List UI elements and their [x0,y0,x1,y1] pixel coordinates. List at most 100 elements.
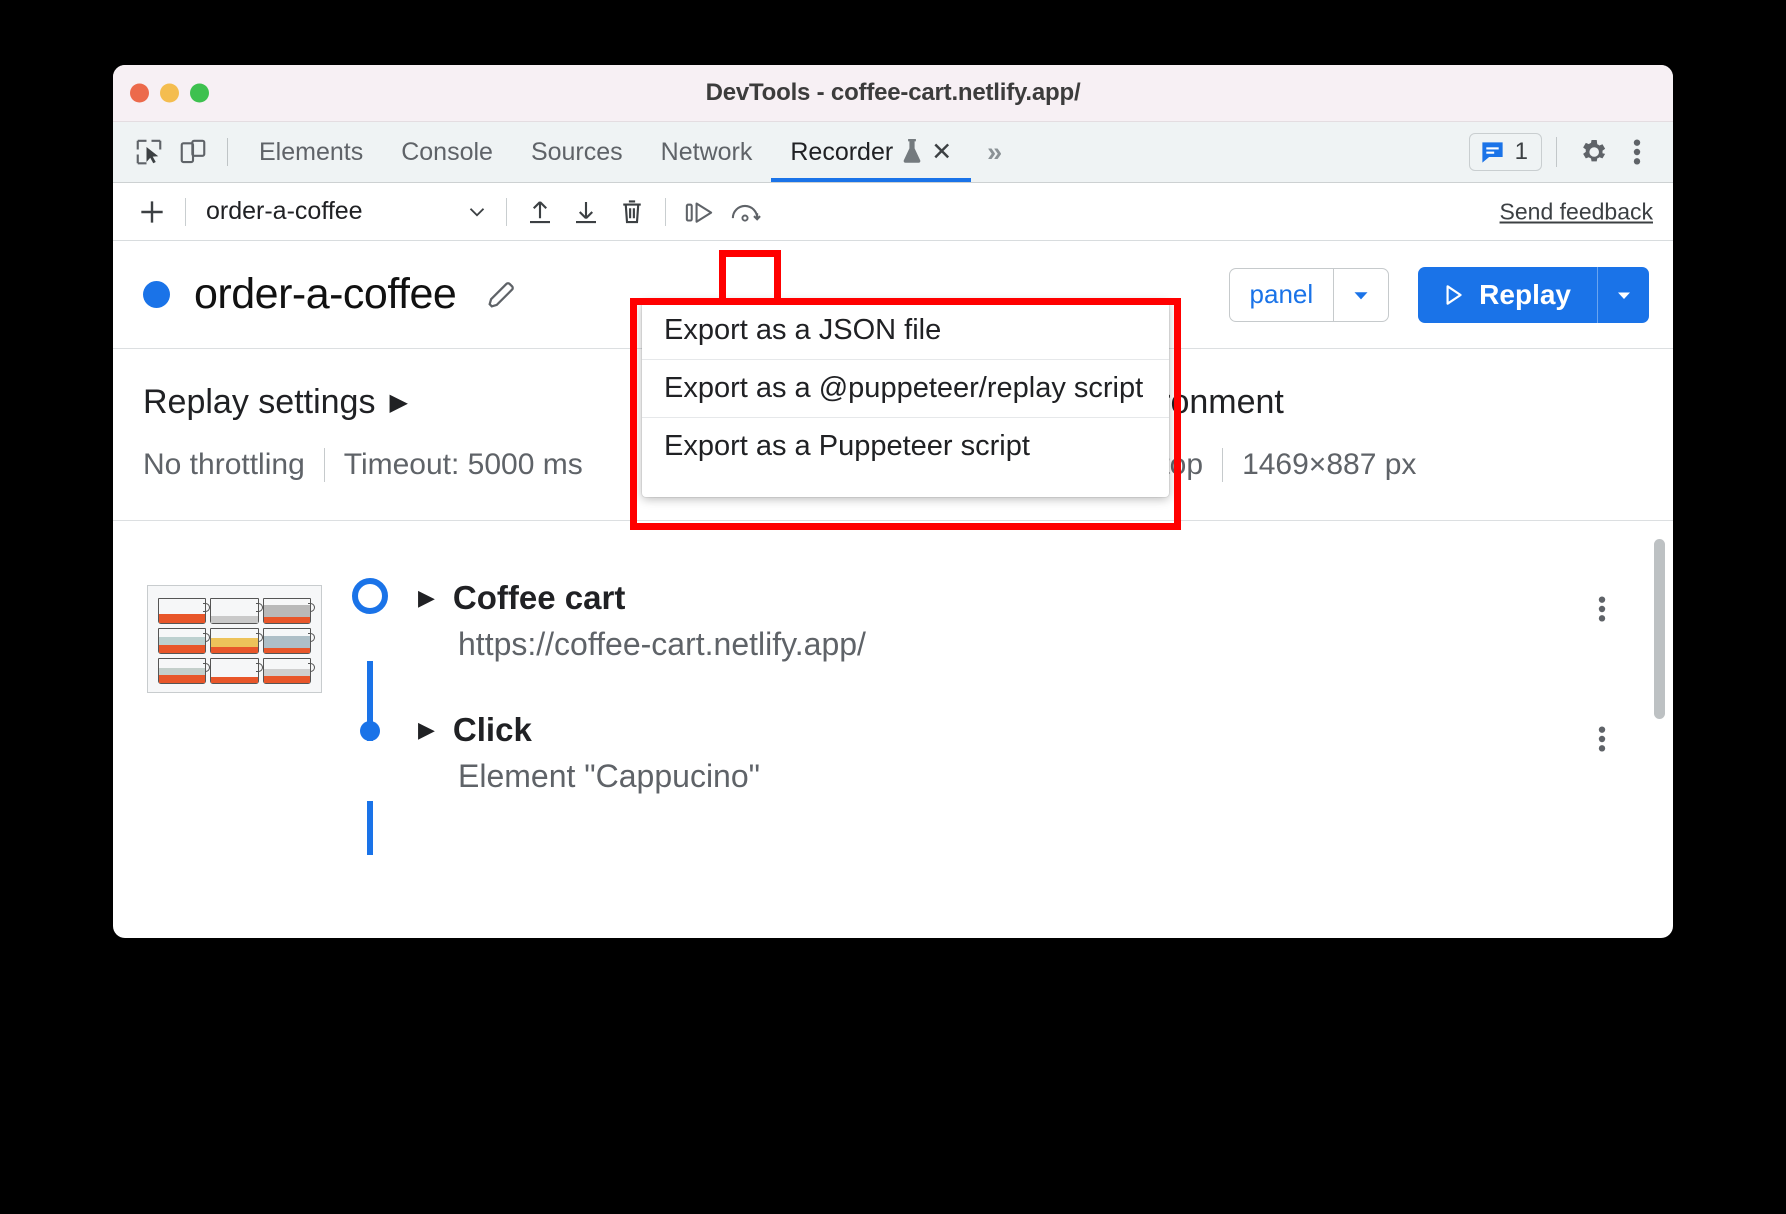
tabbar-right-divider [1556,137,1557,167]
message-count: 1 [1514,138,1528,165]
console-messages-badge[interactable]: 1 [1468,133,1542,171]
throttling-value: No throttling [143,448,305,481]
summary-divider [323,448,325,482]
show-code-dropdown-button[interactable] [1333,267,1390,322]
replay-button[interactable]: Replay [1418,266,1597,323]
step-expand-caret[interactable]: ▶ [418,585,435,611]
step-subtitle: Element "Cappucino" [458,758,760,794]
tab-elements[interactable]: Elements [240,122,382,182]
experiment-flask-icon [901,139,923,165]
recording-title: order-a-coffee [194,270,457,318]
step-content: ▶ Coffee cart https://coffee-cart.netlif… [418,521,1673,663]
coffee-cup-grid [158,598,315,684]
tab-console-label: Console [401,137,493,166]
step-more-vertical-icon[interactable] [1597,593,1607,625]
show-code-button[interactable]: panel [1228,267,1334,322]
step-title: Click [452,711,532,748]
window-title: DevTools - coffee-cart.netlify.app/ [705,79,1081,106]
step-screenshot-thumbnail [147,585,322,693]
tab-sources-label: Sources [530,137,623,166]
step-subtitle: https://coffee-cart.netlify.app/ [458,626,866,662]
tab-elements-label: Elements [259,137,364,166]
timeline-step-dot [360,721,380,741]
steps-list[interactable]: ▶ Coffee cart https://coffee-cart.netlif… [113,521,1673,855]
devtools-window: DevTools - coffee-cart.netlify.app/ Elem… [113,65,1673,938]
cup [158,598,211,624]
recording-selector[interactable]: order-a-coffee [196,191,496,233]
replay-settings-title: Replay settings [143,383,376,421]
chevron-down-icon [464,199,490,225]
tabbar-right-actions: 1 [1468,130,1659,174]
add-recording-button[interactable] [129,191,175,233]
environment-column: Environment Desktop 1469×887 px [1093,383,1643,520]
more-tabs-icon[interactable]: » [971,137,1015,168]
cup [158,658,211,684]
replay-button-label: Replay [1479,278,1571,310]
step-title: Click [453,851,532,855]
step-title: Coffee cart [452,579,626,616]
show-code-label: panel [1249,279,1314,309]
step-content: ▶ Click Element "Cappucino" [418,701,1673,795]
toolbar-divider-2 [506,197,507,226]
recording-header-actions: panel Replay [1228,266,1649,323]
gear-icon[interactable] [1571,130,1615,174]
close-recorder-tab-button[interactable]: ✕ [931,139,952,165]
pencil-edit-icon[interactable] [484,278,518,312]
minimize-window-button[interactable] [160,83,179,103]
tab-console[interactable]: Console [382,122,512,182]
step-expand-caret[interactable]: ▶ [418,717,435,743]
devtools-tabbar: Elements Console Sources Network Recorde… [113,122,1673,183]
step-content: ▶ Click [418,841,1673,855]
tab-network-label: Network [660,137,753,166]
tabbar-divider [227,138,228,166]
cup [158,628,211,654]
timeout-value: Timeout: 5000 ms [343,448,583,481]
cup [210,658,263,684]
menu-item-export-json[interactable]: Export as a JSON file [642,301,1169,359]
environment-summary: Desktop 1469×887 px [1093,448,1643,482]
recording-status-dot [143,281,170,308]
replay-speed-icon[interactable] [722,191,768,233]
tab-recorder-label: Recorder [790,137,894,166]
environment-header: Environment [1093,383,1643,422]
cup [262,658,315,684]
recording-selector-label: order-a-coffee [206,197,363,225]
message-icon [1479,139,1506,166]
more-vertical-icon[interactable] [1615,130,1659,174]
step-over-icon[interactable] [676,191,722,233]
environment-viewport: 1469×887 px [1242,448,1417,481]
export-dropdown-menu[interactable]: Export as a JSON file Export as a @puppe… [642,301,1169,497]
step-row[interactable]: ▶ Click Element "Cappucino" [113,661,1673,841]
expand-triangle-icon: ▶ [389,388,408,416]
replay-dropdown-button[interactable] [1597,266,1649,323]
tab-recorder[interactable]: Recorder ✕ [771,122,971,182]
export-download-icon[interactable] [563,191,609,233]
zoom-window-button[interactable] [190,83,209,103]
toolbar-divider-1 [185,197,186,226]
environment-divider [1222,448,1224,482]
menu-item-export-puppeteer-replay[interactable]: Export as a @puppeteer/replay script [642,359,1169,417]
tab-sources[interactable]: Sources [512,122,642,182]
import-upload-icon[interactable] [517,191,563,233]
menu-item-export-puppeteer[interactable]: Export as a Puppeteer script [642,417,1169,475]
close-window-button[interactable] [130,83,149,103]
device-toolbar-icon[interactable] [171,130,215,174]
inspect-cursor-icon[interactable] [127,130,171,174]
toolbar-divider-3 [665,197,666,226]
send-feedback-link[interactable]: Send feedback [1500,198,1653,225]
trash-icon[interactable] [609,191,655,233]
play-triangle-icon [1440,282,1466,308]
panel-tabs: Elements Console Sources Network Recorde… [240,122,1015,182]
cup [210,628,263,654]
cup [262,598,315,624]
cup [262,628,315,654]
tab-network[interactable]: Network [642,122,772,182]
step-row[interactable]: ▶ Click [113,801,1673,855]
step-more-vertical-icon[interactable] [1597,723,1607,755]
timeline-start-ring [352,578,388,614]
window-titlebar: DevTools - coffee-cart.netlify.app/ [113,65,1673,122]
recorder-toolbar: order-a-coffee Send feedback [113,183,1673,241]
traffic-lights [130,83,209,103]
step-row[interactable]: ▶ Coffee cart https://coffee-cart.netlif… [113,521,1673,701]
steps-scrollbar[interactable] [1654,539,1665,719]
